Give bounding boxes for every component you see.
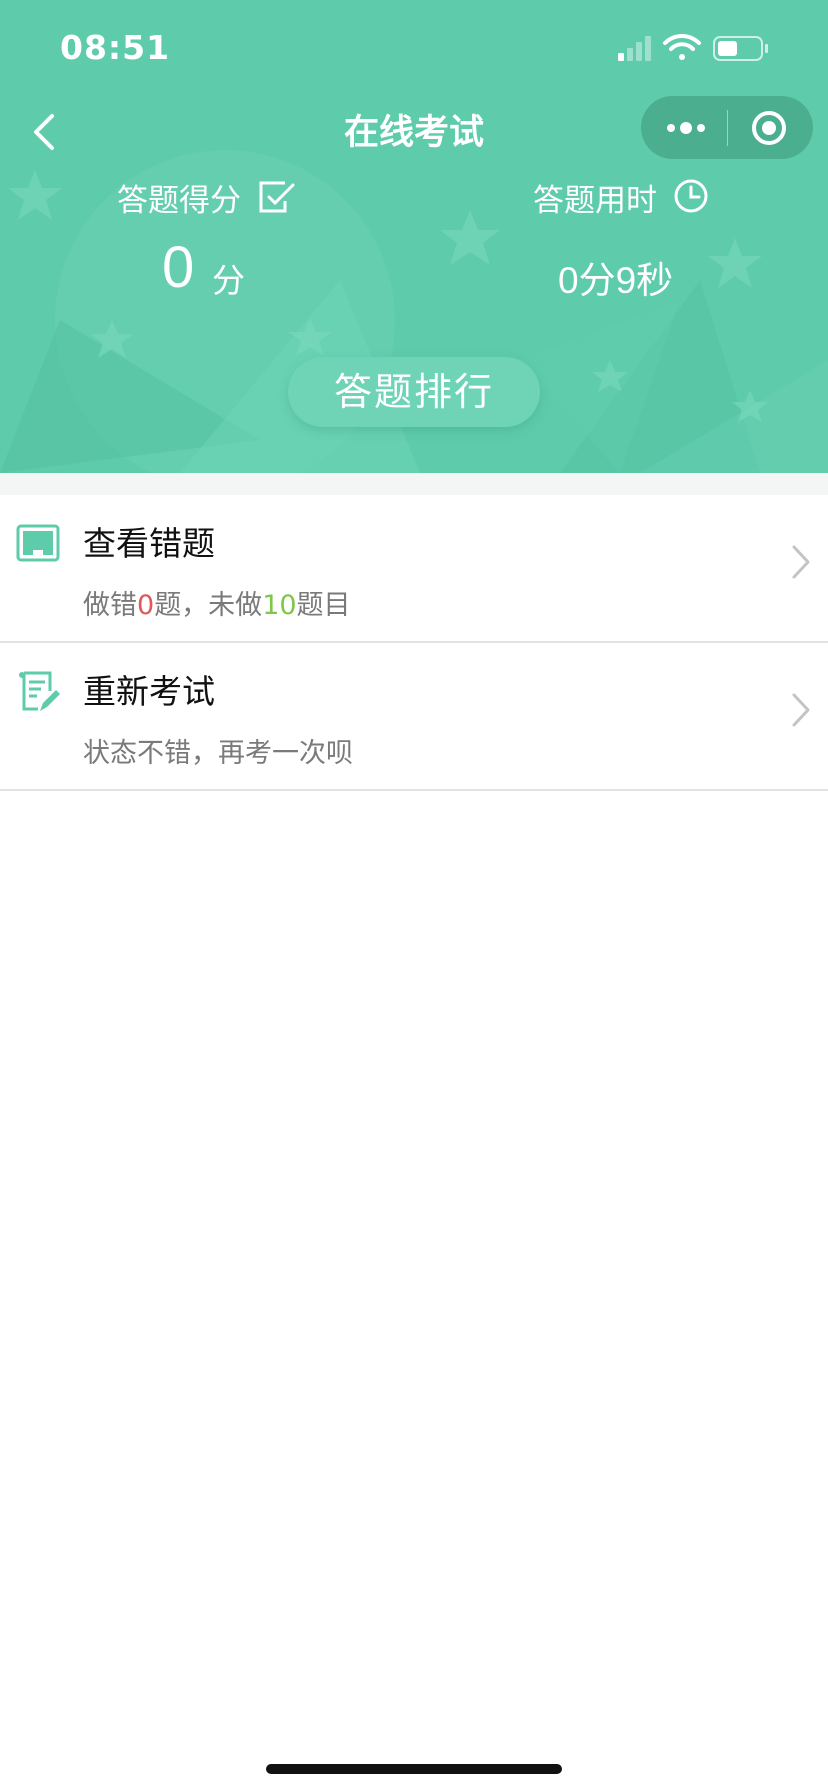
sub-suffix: 题目	[296, 590, 351, 621]
clock-icon	[674, 179, 708, 213]
capsule-divider	[727, 110, 728, 146]
list-item-title: 查看错题	[83, 524, 215, 563]
list-item-subtitle: 状态不错，再考一次呗	[83, 738, 353, 769]
checkbox-edit-icon	[259, 181, 295, 213]
rank-button[interactable]: 答题排行	[288, 357, 540, 427]
undone-count: 10	[262, 590, 297, 621]
list-item-subtitle: 做错0题，未做10题目	[83, 583, 351, 622]
header-banner: 08:51 在线考试 答题得分 0 分 答题用时 0分9秒 答题排行	[0, 0, 828, 473]
status-time: 08:51	[60, 28, 171, 67]
mini-program-capsule	[641, 96, 813, 159]
sub-prefix: 做错	[83, 590, 137, 621]
home-indicator[interactable]	[266, 1764, 562, 1774]
list-item-title: 重新考试	[83, 672, 215, 711]
signal-icon	[618, 36, 651, 61]
more-dots-icon[interactable]	[665, 114, 707, 142]
target-icon[interactable]	[751, 110, 787, 146]
chevron-right-icon	[792, 545, 810, 579]
exam-result-page: 08:51 在线考试 答题得分 0 分 答题用时 0分9秒 答题排行 查看错题 …	[0, 0, 828, 1792]
list-item-review-wrong[interactable]: 查看错题 做错0题，未做10题目	[0, 495, 828, 643]
score-unit: 分	[212, 261, 245, 300]
wifi-icon	[663, 34, 701, 60]
score-label: 答题得分	[117, 183, 241, 219]
sub-middle: 题，未做	[154, 590, 263, 621]
time-value: 0分9秒	[558, 260, 674, 301]
status-indicators	[618, 34, 768, 61]
section-gap	[0, 473, 828, 495]
score-label-group: 答题得分	[117, 175, 295, 220]
screen-icon	[16, 524, 60, 562]
score-value: 0	[162, 235, 195, 300]
time-label-group: 答题用时	[533, 175, 708, 220]
wrong-count: 0	[137, 590, 155, 621]
note-edit-icon	[19, 671, 60, 711]
chevron-right-icon	[792, 693, 810, 727]
battery-icon	[713, 36, 768, 61]
time-label: 答题用时	[533, 183, 657, 219]
list-item-retake-exam[interactable]: 重新考试 状态不错，再考一次呗	[0, 643, 828, 791]
